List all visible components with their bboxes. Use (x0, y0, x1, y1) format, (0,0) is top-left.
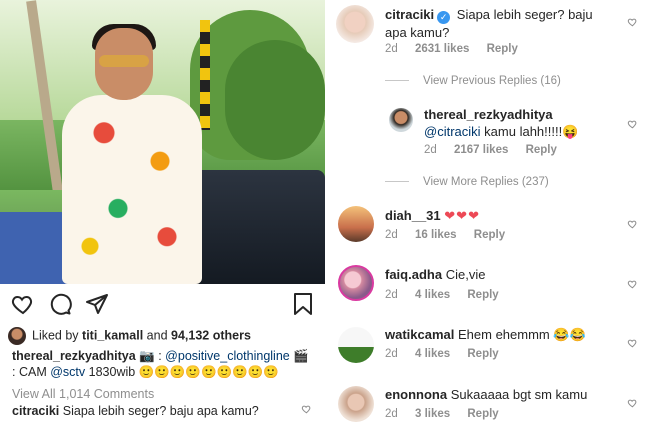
comment-meta: 2d 4 likes Reply (385, 289, 499, 301)
comment-meta: 2d 2167 likes Reply (424, 144, 557, 156)
comment-avatar[interactable] (338, 327, 374, 363)
camera-emoji: 📷 : (139, 349, 162, 363)
comment-username[interactable]: thereal_rezkyadhitya (424, 107, 553, 122)
comment-text: Cie,vie (445, 267, 486, 282)
view-all-comments-link[interactable]: View All 1,014 Comments (12, 387, 154, 401)
thread-line (385, 181, 409, 183)
reply-button[interactable]: Reply (467, 289, 498, 301)
caption-username[interactable]: thereal_rezkyadhitya (12, 349, 136, 363)
heart-icon[interactable] (627, 338, 638, 348)
photo-person-sunglasses (99, 55, 149, 67)
comment-meta: 2d 4 likes Reply (385, 348, 499, 360)
comment-likes[interactable]: 2167 likes (454, 144, 508, 156)
liked-by-prefix: Liked by (32, 328, 79, 343)
comment-avatar[interactable] (338, 386, 374, 422)
comment-mention[interactable]: @citraciki (424, 124, 481, 139)
comment-username[interactable]: enonnona (385, 387, 447, 402)
liker-avatar[interactable] (8, 327, 26, 345)
liked-by-user[interactable]: titi_kamall (82, 328, 143, 342)
reply-button[interactable]: Reply (474, 229, 505, 241)
caption-emojis: 🙂🙂🙂🙂🙂🙂🙂🙂🙂 (138, 365, 279, 379)
likes-count[interactable]: 94,132 others (171, 328, 251, 342)
reply-button[interactable]: Reply (487, 43, 518, 55)
post-action-bar (0, 288, 325, 320)
preview-comment-text: Siapa lebih seger? baju apa kamu? (62, 404, 259, 418)
reply-button[interactable]: Reply (526, 144, 557, 156)
photo-tree (225, 40, 325, 160)
comment-text: ❤❤❤ (444, 208, 480, 223)
liked-by-and: and (146, 328, 168, 343)
comment-username[interactable]: watikcamal (385, 327, 454, 342)
comment-time: 2d (385, 289, 398, 301)
comment-username[interactable]: faiq.adha (385, 267, 442, 282)
comment-avatar[interactable] (338, 265, 374, 301)
photo-pole (200, 20, 210, 130)
comment-text: Ehem ehemmm 😂😂 (458, 327, 586, 342)
photo-person-shirt (62, 95, 202, 284)
heart-icon[interactable] (627, 279, 638, 289)
view-previous-replies-label: View Previous Replies (16) (423, 75, 561, 87)
reply-button[interactable]: Reply (467, 348, 498, 360)
comment-likes[interactable]: 2631 likes (415, 43, 469, 55)
comment-time: 2d (385, 408, 398, 420)
comment-likes[interactable]: 16 likes (415, 229, 457, 241)
preview-comment-username[interactable]: citraciki (12, 404, 59, 418)
view-more-replies-label: View More Replies (237) (423, 176, 549, 188)
view-previous-replies[interactable]: View Previous Replies (16) (385, 75, 561, 87)
comment-likes[interactable]: 3 likes (415, 408, 450, 420)
verified-badge-icon: ✓ (437, 11, 451, 24)
comment-avatar[interactable] (338, 206, 374, 242)
comment-meta: 2d 3 likes Reply (385, 408, 499, 420)
comment-username[interactable]: citraciki (385, 7, 434, 22)
caption-text: 1830wib (88, 365, 136, 379)
post-caption: thereal_rezkyadhitya 📷 : @positive_cloth… (12, 348, 312, 380)
bookmark-icon[interactable] (291, 292, 315, 316)
reply-button[interactable]: Reply (467, 408, 498, 420)
thread-line (385, 80, 409, 82)
comment-avatar[interactable] (336, 5, 374, 43)
comment-icon[interactable] (48, 292, 72, 316)
comment-body: thereal_rezkyadhitya @citraciki kamu lah… (424, 106, 614, 140)
comment-body: enonnona Sukaaaaa bgt sm kamu (385, 386, 610, 403)
preview-comment: citraciki Siapa lebih seger? baju apa ka… (12, 404, 259, 418)
comment-username[interactable]: diah__31 (385, 208, 441, 223)
view-more-replies[interactable]: View More Replies (237) (385, 176, 549, 188)
comment-time: 2d (385, 348, 398, 360)
comment-time: 2d (385, 229, 398, 241)
comment-body: watikcamal Ehem ehemmm 😂😂 (385, 326, 610, 343)
liked-by-line: Liked by titi_kamall and 94,132 others (8, 327, 251, 345)
heart-icon[interactable] (11, 292, 35, 316)
share-icon[interactable] (85, 292, 109, 316)
heart-icon[interactable] (627, 119, 638, 129)
comment-body: faiq.adha Cie,vie (385, 266, 610, 283)
caption-text: CAM (18, 365, 47, 379)
caption-mention[interactable]: @positive_clothingline (165, 349, 290, 363)
comment-likes[interactable]: 4 likes (415, 289, 450, 301)
heart-icon[interactable] (627, 219, 638, 229)
comment-body: citraciki ✓ Siapa lebih seger? baju apa k… (385, 6, 610, 41)
heart-icon[interactable] (627, 398, 638, 408)
heart-icon[interactable] (301, 404, 312, 414)
comment-meta: 2d 16 likes Reply (385, 229, 505, 241)
comment-likes[interactable]: 4 likes (415, 348, 450, 360)
post-photo[interactable] (0, 0, 325, 284)
caption-mention[interactable]: @sctv (50, 365, 85, 379)
comment-avatar[interactable] (389, 108, 413, 132)
heart-icon[interactable] (627, 17, 638, 27)
comment-meta: 2d 2631 likes Reply (385, 43, 518, 55)
comment-time: 2d (424, 144, 437, 156)
comment-text: kamu lahh!!!!!😝 (484, 124, 579, 139)
comment-text: Sukaaaaa bgt sm kamu (450, 387, 588, 402)
comment-time: 2d (385, 43, 398, 55)
comment-body: diah__31 ❤❤❤ (385, 207, 610, 224)
